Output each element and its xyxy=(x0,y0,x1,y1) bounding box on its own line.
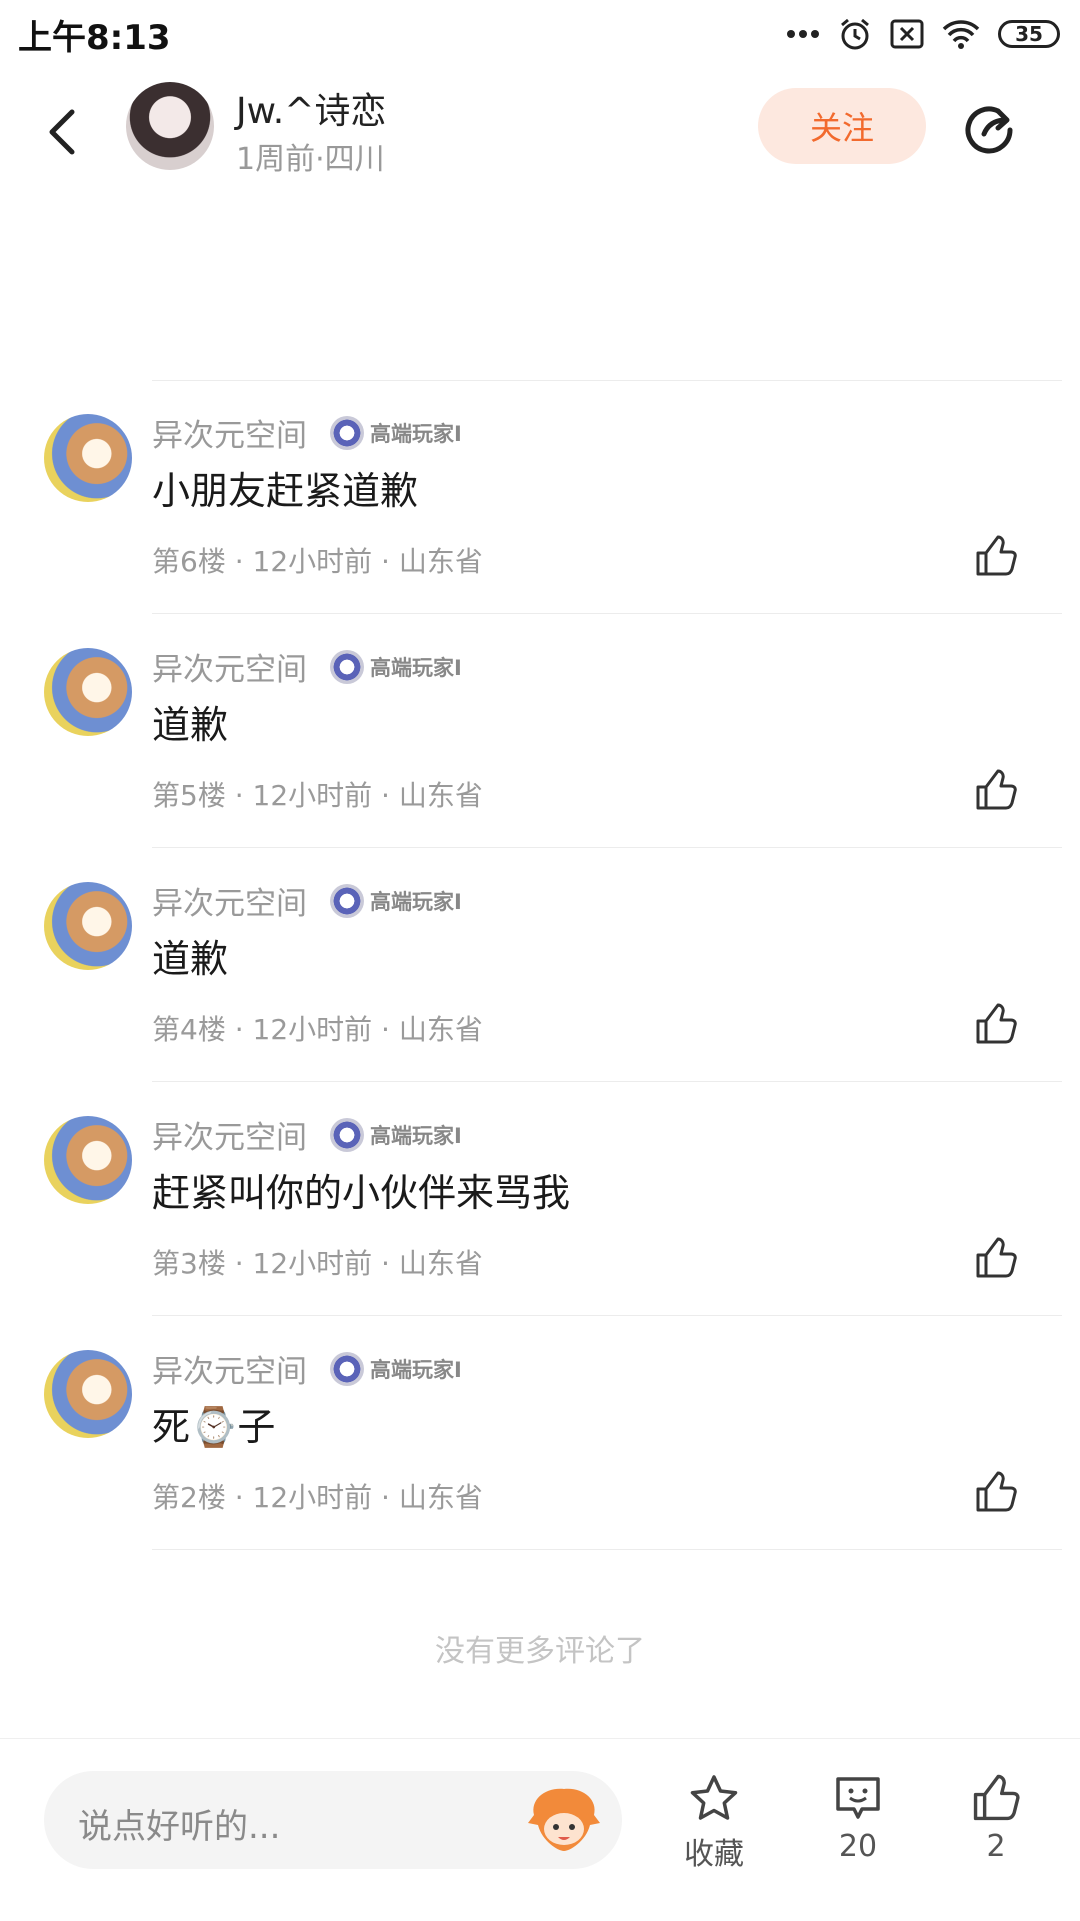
badge-icon xyxy=(330,650,364,684)
comment-item[interactable]: 异次元空间 高端玩家I 小朋友赶紧道歉 第6楼 · 12小时前 · 山东省 xyxy=(0,380,1080,614)
badge-label: 高端玩家I xyxy=(370,890,462,914)
comment-meta: 第2楼 · 12小时前 · 山东省 xyxy=(152,1481,483,1514)
commenter-name[interactable]: 异次元空间 xyxy=(152,644,307,689)
badge-label: 高端玩家I xyxy=(370,422,462,446)
thumbs-up-icon xyxy=(973,1774,1020,1821)
comment-list: 异次元空间 高端玩家I 小朋友赶紧道歉 第6楼 · 12小时前 · 山东省 异次… xyxy=(0,380,1080,1550)
thumbs-up-icon xyxy=(976,1237,1017,1278)
user-badge: 高端玩家I xyxy=(330,650,462,684)
status-icons: 35 xyxy=(786,14,1060,54)
comment-bubble-icon xyxy=(836,1777,880,1819)
more-dots-icon xyxy=(786,29,820,39)
comment-divider xyxy=(152,1549,1062,1550)
comment-count-button[interactable]: 20 xyxy=(798,1773,918,1864)
like-count: 2 xyxy=(986,1829,1006,1864)
star-icon xyxy=(690,1775,738,1820)
share-icon xyxy=(965,106,1013,154)
commenter-avatar[interactable] xyxy=(44,882,132,970)
comment-meta: 第6楼 · 12小时前 · 山东省 xyxy=(152,545,483,578)
comment-item[interactable]: 异次元空间 高端玩家I 道歉 第4楼 · 12小时前 · 山东省 xyxy=(0,848,1080,1082)
author-avatar[interactable] xyxy=(126,82,214,170)
comment-meta: 第3楼 · 12小时前 · 山东省 xyxy=(152,1247,483,1280)
follow-button[interactable]: 关注 xyxy=(758,88,926,164)
comment-text: 道歉 xyxy=(152,937,229,981)
thumbs-up-icon xyxy=(976,769,1017,810)
badge-label: 高端玩家I xyxy=(370,656,462,680)
comment-item[interactable]: 异次元空间 高端玩家I 道歉 第5楼 · 12小时前 · 山东省 xyxy=(0,614,1080,848)
like-button[interactable] xyxy=(974,1470,1018,1514)
commenter-name[interactable]: 异次元空间 xyxy=(152,878,307,923)
commenter-avatar[interactable] xyxy=(44,1350,132,1438)
commenter-name[interactable]: 异次元空间 xyxy=(152,1346,307,1391)
like-post-button[interactable]: 2 xyxy=(936,1773,1056,1864)
status-bar: 上午8:13 35 xyxy=(0,0,1080,66)
favorite-button[interactable]: 收藏 xyxy=(654,1773,774,1873)
back-button[interactable] xyxy=(38,104,88,160)
commenter-avatar[interactable] xyxy=(44,414,132,502)
commenter-name[interactable]: 异次元空间 xyxy=(152,1112,307,1157)
badge-icon xyxy=(330,1118,364,1152)
battery-indicator: 35 xyxy=(998,20,1060,48)
share-button[interactable] xyxy=(960,100,1018,158)
favorite-label: 收藏 xyxy=(684,1837,744,1872)
back-arrow-icon xyxy=(49,109,75,155)
comment-item[interactable]: 异次元空间 高端玩家I 死⌚子 第2楼 · 12小时前 · 山东省 xyxy=(0,1316,1080,1550)
user-badge: 高端玩家I xyxy=(330,1352,462,1386)
thumbs-up-icon xyxy=(976,1471,1017,1512)
mascot-emoji-icon[interactable] xyxy=(526,1785,602,1857)
comment-meta: 第4楼 · 12小时前 · 山东省 xyxy=(152,1013,483,1046)
like-button[interactable] xyxy=(974,534,1018,578)
post-header: Jw.^诗恋 1周前·四川 关注 xyxy=(0,66,1080,196)
commenter-avatar[interactable] xyxy=(44,648,132,736)
sim-off-icon xyxy=(890,19,924,49)
thumbs-up-icon xyxy=(976,535,1017,576)
like-button[interactable] xyxy=(974,768,1018,812)
commenter-name[interactable]: 异次元空间 xyxy=(152,410,307,455)
status-time: 上午8:13 xyxy=(18,18,171,58)
comment-input-placeholder: 说点好听的... xyxy=(78,1807,281,1847)
badge-icon xyxy=(330,884,364,918)
like-button[interactable] xyxy=(974,1002,1018,1046)
alarm-icon xyxy=(838,17,872,51)
comment-text: 死⌚子 xyxy=(152,1405,276,1449)
thumbs-up-icon xyxy=(976,1003,1017,1044)
badge-label: 高端玩家I xyxy=(370,1358,462,1382)
user-badge: 高端玩家I xyxy=(330,1118,462,1152)
comment-text: 道歉 xyxy=(152,703,229,747)
no-more-comments: 没有更多评论了 xyxy=(435,1634,645,1669)
comment-item[interactable]: 异次元空间 高端玩家I 赶紧叫你的小伙伴来骂我 第3楼 · 12小时前 · 山东… xyxy=(0,1082,1080,1316)
user-badge: 高端玩家I xyxy=(330,884,462,918)
comment-input[interactable]: 说点好听的... xyxy=(44,1771,622,1869)
comment-count: 20 xyxy=(838,1829,878,1864)
badge-icon xyxy=(330,1352,364,1386)
badge-label: 高端玩家I xyxy=(370,1124,462,1148)
comment-text: 赶紧叫你的小伙伴来骂我 xyxy=(152,1171,571,1215)
badge-icon xyxy=(330,416,364,450)
author-name[interactable]: Jw.^诗恋 xyxy=(236,82,386,134)
comment-text: 小朋友赶紧道歉 xyxy=(152,469,419,513)
comment-meta: 第5楼 · 12小时前 · 山东省 xyxy=(152,779,483,812)
like-button[interactable] xyxy=(974,1236,1018,1280)
author-meta: 1周前·四川 xyxy=(236,142,385,177)
user-badge: 高端玩家I xyxy=(330,416,462,450)
commenter-avatar[interactable] xyxy=(44,1116,132,1204)
bottom-bar: 说点好听的... 收藏 20 2 xyxy=(0,1738,1080,1921)
wifi-icon xyxy=(942,18,980,50)
